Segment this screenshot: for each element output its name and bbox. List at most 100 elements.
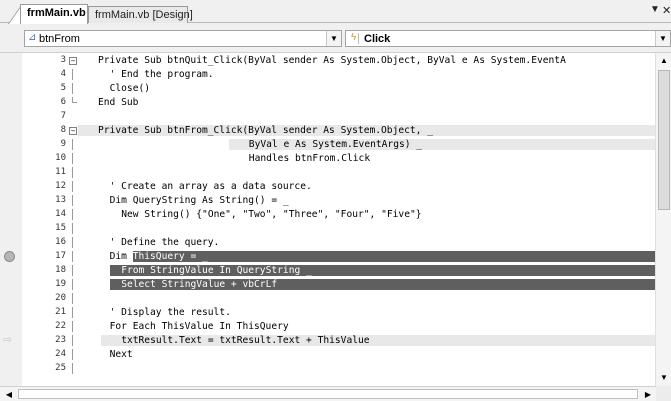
code-line[interactable]: 5 Close(): [0, 83, 655, 94]
code-line[interactable]: 12 ' Create an array as a data source.: [0, 181, 655, 192]
code-text: txtResult.Text = txtResult.Text + ThisVa…: [121, 335, 370, 346]
outline-marker: [69, 307, 76, 318]
line-number: 22: [55, 321, 66, 331]
chevron-down-icon[interactable]: ▼: [326, 31, 341, 46]
code-line[interactable]: 10 Handles btnFrom.Click: [0, 153, 655, 164]
code-line[interactable]: 15: [0, 223, 655, 234]
outline-marker: [69, 251, 76, 262]
code-text: Select StringValue + vbCrLf: [121, 279, 278, 290]
code-text: Dim ThisQuery = _: [110, 251, 208, 262]
code-line[interactable]: 9 ByVal e As System.EventArgs) _: [0, 139, 655, 150]
line-number: 4: [60, 69, 66, 79]
line-number: 19: [55, 279, 66, 289]
scrollbar-corner: [656, 386, 671, 401]
code-text: For Each ThisValue In ThisQuery: [109, 321, 289, 332]
object-combo-value: btnFrom: [39, 33, 80, 45]
collapse-icon[interactable]: −: [69, 57, 77, 65]
code-text: Private Sub btnFrom_Click(ByVal sender A…: [98, 125, 434, 136]
code-text-highlighted: ThisQuery = _: [132, 251, 208, 262]
line-number: 13: [55, 195, 66, 205]
outline-marker: [69, 335, 76, 346]
code-line[interactable]: 20: [0, 293, 655, 304]
line-number: 17: [55, 251, 66, 261]
scroll-left-icon[interactable]: ◀: [2, 388, 16, 401]
outline-marker: [69, 363, 76, 374]
code-editor[interactable]: 3− Private Sub btnQuit_Click(ByVal sender…: [0, 53, 671, 386]
code-line[interactable]: 7: [0, 111, 655, 122]
tab-frmmain-code[interactable]: frmMain.vb: [20, 4, 88, 24]
outline-marker: [69, 97, 77, 108]
tab-list-dropdown-icon[interactable]: ▼: [650, 4, 660, 15]
code-line[interactable]: 25: [0, 363, 655, 374]
outline-marker: [69, 139, 76, 150]
line-number: 24: [55, 349, 66, 359]
scroll-down-icon[interactable]: ▼: [657, 370, 671, 386]
outline-marker[interactable]: −: [69, 125, 77, 136]
line-number: 18: [55, 265, 66, 275]
code-line[interactable]: 6 End Sub: [0, 97, 655, 108]
outline-marker: [69, 209, 76, 220]
code-line[interactable]: 17 Dim ThisQuery = _: [0, 251, 655, 262]
outline-marker: [69, 69, 76, 80]
event-combo[interactable]: ϟ Click ▼: [345, 30, 671, 47]
outline-marker[interactable]: −: [69, 55, 77, 66]
code-line[interactable]: 18 From StringValue In QueryString _: [0, 265, 655, 276]
line-number: 14: [55, 209, 66, 219]
code-text: Next: [109, 349, 133, 360]
event-lightning-icon: ϟ: [351, 32, 357, 43]
outline-marker: [69, 167, 76, 178]
outline-marker: [69, 279, 76, 290]
object-combo[interactable]: ⊿ btnFrom ▼: [24, 30, 342, 47]
line-number: 12: [55, 181, 66, 191]
horizontal-scroll-thumb[interactable]: [18, 389, 638, 399]
code-text: Dim QueryString As String() = _: [109, 195, 289, 206]
horizontal-scrollbar[interactable]: ◀ ▶: [0, 386, 671, 401]
line-number: 25: [55, 363, 66, 373]
vertical-scroll-thumb[interactable]: [658, 70, 670, 210]
tab-frmmain-design[interactable]: frmMain.vb [Design]: [88, 6, 193, 23]
line-number: 8: [60, 125, 66, 135]
current-statement-arrow-icon: ⇨: [3, 334, 13, 346]
outline-marker: [69, 349, 76, 360]
outline-marker: [69, 265, 76, 276]
code-line[interactable]: 8− Private Sub btnFrom_Click(ByVal sender…: [0, 125, 655, 136]
code-text: Handles btnFrom.Click: [248, 153, 371, 164]
code-line[interactable]: 3− Private Sub btnQuit_Click(ByVal sender…: [0, 55, 655, 66]
scroll-right-icon[interactable]: ▶: [641, 388, 655, 401]
code-line[interactable]: 11: [0, 167, 655, 178]
code-line[interactable]: 13 Dim QueryString As String() = _: [0, 195, 655, 206]
code-line[interactable]: 22 For Each ThisValue In ThisQuery: [0, 321, 655, 332]
line-number: 10: [55, 153, 66, 163]
breakpoint-highlight: [132, 251, 655, 262]
code-line[interactable]: 4 ' End the program.: [0, 69, 655, 80]
vertical-scrollbar[interactable]: ▲ ▼: [655, 53, 671, 386]
collapse-icon[interactable]: −: [69, 127, 77, 135]
line-number: 21: [55, 307, 66, 317]
code-line[interactable]: 21 ' Display the result.: [0, 307, 655, 318]
code-line[interactable]: 24 Next: [0, 349, 655, 360]
chevron-down-icon[interactable]: ▼: [655, 31, 670, 46]
code-text: ' Define the query.: [109, 237, 220, 248]
code-line[interactable]: 16 ' Define the query.: [0, 237, 655, 248]
code-text-plain: Dim: [109, 251, 133, 262]
outline-marker: [69, 153, 76, 164]
combo-separator: [358, 33, 359, 44]
code-text: ' End the program.: [109, 69, 214, 80]
code-line[interactable]: 19 Select StringValue + vbCrLf: [0, 279, 655, 290]
breakpoint-icon[interactable]: [4, 251, 15, 262]
code-text: ByVal e As System.EventArgs) _: [248, 139, 423, 150]
code-line[interactable]: ⇨ 23 txtResult.Text = txtResult.Text + Thi…: [0, 335, 655, 346]
line-number: 5: [60, 83, 66, 93]
scroll-up-icon[interactable]: ▲: [657, 53, 671, 69]
close-icon[interactable]: ✕: [662, 4, 671, 17]
line-number: 15: [55, 223, 66, 233]
outline-marker: [69, 195, 76, 206]
outline-marker: [69, 237, 76, 248]
code-text: ' Display the result.: [109, 307, 231, 318]
outline-marker: [69, 83, 76, 94]
line-number: 7: [60, 111, 66, 121]
code-line[interactable]: 14 New String() {"One", "Two", "Three", "…: [0, 209, 655, 220]
line-number: 11: [55, 167, 66, 177]
code-text: Private Sub btnQuit_Click(ByVal sender A…: [98, 55, 566, 66]
line-number: 9: [60, 139, 66, 149]
